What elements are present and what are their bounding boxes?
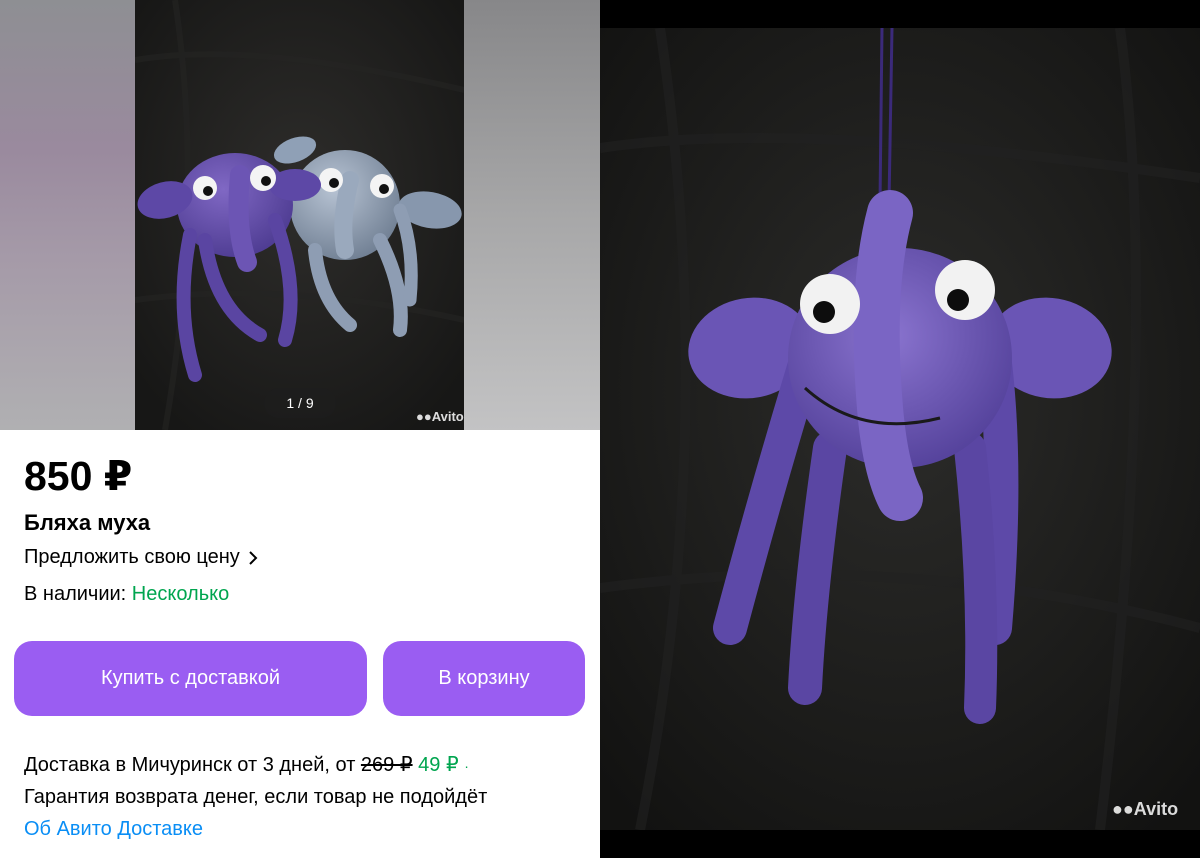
delivery-old-price: 269 ₽ bbox=[360, 754, 413, 776]
offer-price-link[interactable]: Предложить свою цену bbox=[24, 546, 258, 569]
image-gallery[interactable]: 1 / 9 ●●Avito bbox=[0, 0, 600, 430]
guarantee-text: Гарантия возврата денег, если товар не п… bbox=[24, 786, 488, 808]
listing-panel: 1 / 9 ●●Avito 850 ₽ Бляха муха Предложит… bbox=[0, 0, 600, 858]
buy-with-delivery-button[interactable]: Купить с доставкой bbox=[14, 641, 367, 716]
gallery-blur-left bbox=[0, 0, 135, 430]
second-photo[interactable] bbox=[600, 28, 1200, 830]
avito-delivery-link[interactable]: Об Авито Доставке bbox=[24, 818, 203, 841]
product-photo[interactable] bbox=[135, 0, 464, 430]
add-to-cart-button[interactable]: В корзину bbox=[383, 641, 585, 716]
avito-watermark: ●●Avito bbox=[416, 409, 464, 424]
hanging-toy-photo bbox=[600, 28, 1200, 830]
chevron-right-icon bbox=[249, 550, 258, 565]
avito-logo-icon: ●● bbox=[1112, 799, 1134, 819]
price: 850 ₽ bbox=[24, 453, 133, 499]
gallery-blur-right bbox=[464, 0, 600, 430]
delivery-new-price: 49 ₽ bbox=[418, 754, 459, 776]
avito-logo-icon: ●● bbox=[416, 409, 432, 424]
offer-price-label: Предложить свою цену bbox=[24, 546, 240, 568]
avito-watermark-2: ●●Avito bbox=[1112, 799, 1179, 819]
stock-status: В наличии: Несколько bbox=[24, 583, 229, 606]
delivery-dot: · bbox=[464, 758, 469, 774]
gallery-counter: 1 / 9 bbox=[264, 388, 336, 418]
product-title: Бляха муха bbox=[24, 510, 151, 535]
delivery-text: Доставка в Мичуринск от 3 дней, от bbox=[24, 754, 356, 776]
delivery-info: Доставка в Мичуринск от 3 дней, от 269 ₽… bbox=[24, 752, 469, 777]
stock-label: В наличии: bbox=[24, 583, 127, 605]
stock-value: Несколько bbox=[131, 583, 230, 605]
